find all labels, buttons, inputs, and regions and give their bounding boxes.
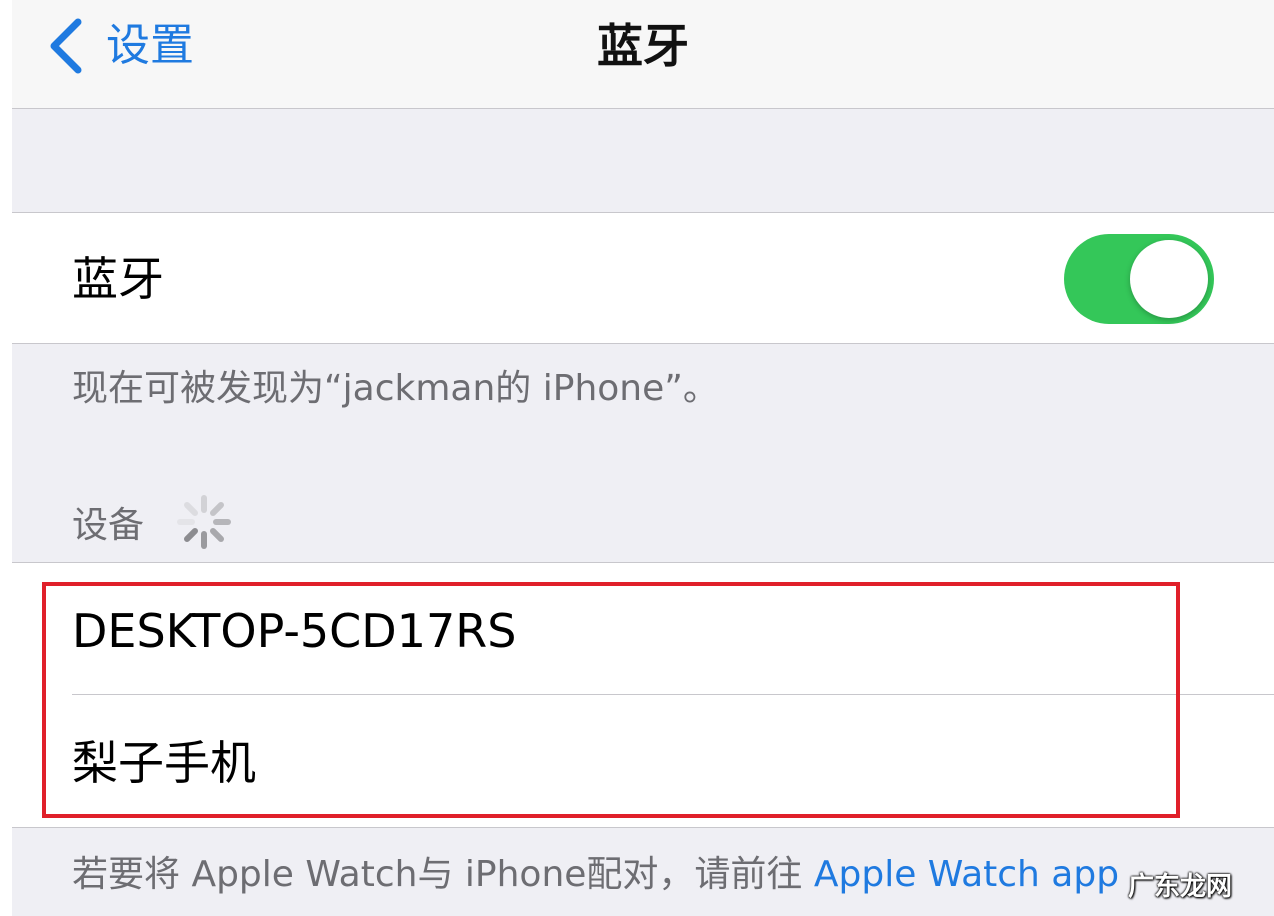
switch-knob: [1130, 240, 1208, 318]
bluetooth-toggle-row: 蓝牙: [12, 212, 1274, 344]
devices-header-label: 设备: [72, 505, 145, 546]
device-name: 梨子手机: [72, 736, 256, 790]
device-name: DESKTOP-5CD17RS: [72, 604, 517, 658]
bluetooth-toggle-label: 蓝牙: [72, 252, 164, 306]
pairing-hint-text: 若要将 Apple Watch与 iPhone配对，请前往: [72, 854, 814, 895]
device-row[interactable]: 梨子手机: [12, 695, 1274, 826]
pairing-hint: 若要将 Apple Watch与 iPhone配对，请前往 Apple Watc…: [72, 850, 1119, 900]
devices-list: DESKTOP-5CD17RS 梨子手机: [12, 562, 1274, 828]
navigation-bar: 设置 蓝牙: [12, 0, 1274, 109]
devices-section-header: 设备: [72, 495, 234, 549]
device-row[interactable]: DESKTOP-5CD17RS: [12, 563, 1274, 694]
activity-spinner-icon: [177, 495, 232, 549]
apple-watch-app-link[interactable]: Apple Watch app: [814, 854, 1119, 895]
watermark: 广东龙网: [1128, 872, 1233, 902]
page-title: 蓝牙: [597, 19, 689, 73]
bluetooth-settings-screen: 设置 蓝牙 蓝牙 现在可被发现为“jackman的 iPhone”。 设备 DE…: [12, 0, 1274, 916]
bluetooth-switch[interactable]: [1064, 234, 1214, 324]
top-spacer: [12, 109, 1274, 212]
discoverable-note: 现在可被发现为“jackman的 iPhone”。: [72, 368, 719, 409]
